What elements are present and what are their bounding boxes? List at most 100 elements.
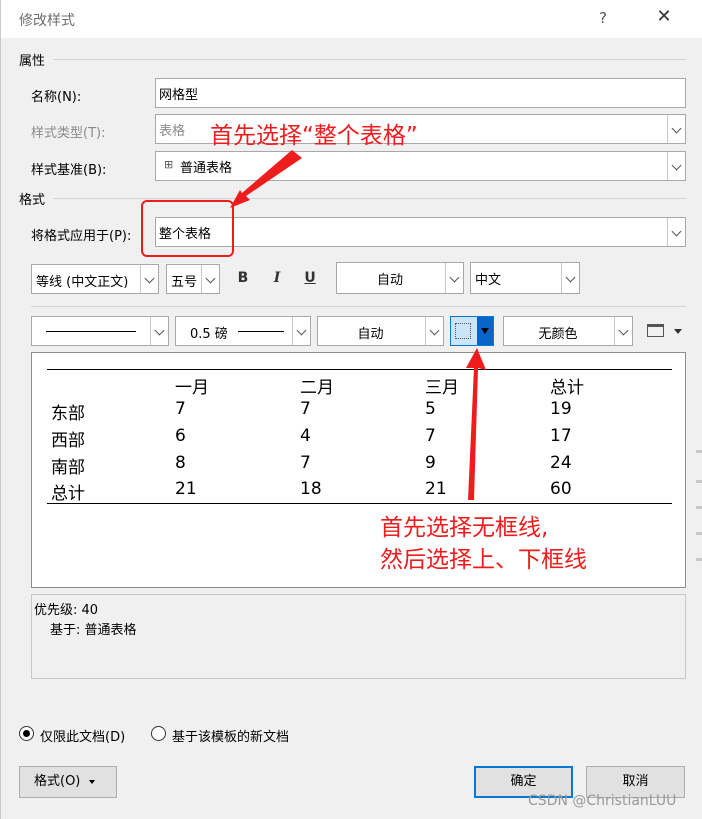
preview-row-label: 南部: [51, 458, 85, 478]
script-select[interactable]: 中文: [470, 262, 580, 294]
apply-to-select[interactable]: 整个表格: [155, 217, 686, 247]
properties-divider: [53, 59, 686, 60]
no-border-icon: [455, 323, 471, 339]
preview-row-label: 西部: [51, 431, 85, 451]
watermark: CSDN @ChristianLUU: [528, 793, 677, 809]
borders-dropdown-icon[interactable]: [477, 317, 493, 345]
preview-cell: 8: [175, 453, 186, 473]
line-weight-preview: [238, 331, 284, 332]
font-name-value: 等线 (中文正文): [36, 275, 129, 290]
format-section-title: 格式: [19, 193, 46, 208]
font-color-select[interactable]: 自动: [336, 262, 464, 294]
preview-cell: 18: [300, 479, 322, 499]
chevron-down-icon: [614, 317, 632, 345]
chevron-down-icon: [667, 115, 685, 143]
chevron-down-icon: [292, 317, 310, 345]
line-style-select[interactable]: [31, 316, 169, 346]
style-type-label: 样式类型(T):: [31, 126, 106, 141]
preview-bottom-border: [47, 503, 672, 504]
chevron-down-icon: [667, 152, 685, 180]
line-weight-select[interactable]: 0.5 磅: [175, 316, 311, 346]
format-menu-button[interactable]: 格式(O): [19, 766, 117, 798]
preview-top-border: [47, 369, 672, 370]
line-weight-value: 0.5 磅: [190, 327, 228, 342]
preview-header-cell: 一月: [175, 378, 209, 398]
style-base-value: 普通表格: [180, 161, 233, 176]
preview-cell: 7: [175, 399, 186, 419]
name-input-value: 网格型: [159, 88, 199, 103]
preview-cell: 6: [175, 426, 186, 446]
cell-alignment-button[interactable]: [645, 320, 689, 344]
line-style-preview: [46, 331, 136, 332]
name-label: 名称(N):: [31, 90, 82, 105]
chevron-down-icon: [140, 265, 158, 293]
toolbar-divider: [31, 306, 686, 307]
annotation-box: [141, 200, 234, 257]
title-bar: 修改样式 ? ✕: [1, 0, 702, 38]
preview-cell: 9: [425, 453, 436, 473]
chevron-down-icon: [561, 263, 579, 293]
preview-cell: 7: [300, 453, 311, 473]
script-value: 中文: [475, 273, 502, 288]
preview-cell: 60: [550, 479, 572, 499]
background-edge: [696, 480, 702, 483]
style-base-label: 样式基准(B):: [31, 163, 107, 178]
close-icon[interactable]: ✕: [653, 6, 675, 28]
chevron-down-icon: [425, 317, 443, 345]
chevron-down-icon: [674, 329, 682, 334]
table-preview: 一月 二月 三月 总计 东部 7 7 5 19 西部 6 4 7 17 南部 8…: [31, 352, 686, 588]
italic-button[interactable]: I: [264, 264, 290, 292]
preview-cell: 7: [300, 399, 311, 419]
borders-button[interactable]: [450, 316, 494, 346]
table-icon: ⊞: [164, 158, 174, 171]
chevron-down-icon: [667, 218, 685, 246]
chevron-down-icon: [150, 317, 168, 345]
only-this-document-label[interactable]: 仅限此文档(D): [40, 726, 125, 745]
based-on-text: 基于: 普通表格: [50, 623, 137, 638]
alignment-icon: [647, 324, 664, 337]
preview-row-label: 总计: [51, 484, 85, 504]
preview-cell: 5: [425, 399, 436, 419]
font-size-value: 五号: [171, 275, 198, 290]
style-description: 优先级: 40 基于: 普通表格: [31, 594, 686, 679]
template-documents-radio[interactable]: [151, 726, 166, 741]
apply-to-label: 将格式应用于(P):: [31, 229, 132, 244]
background-edge: [696, 450, 702, 453]
preview-cell: 24: [550, 453, 572, 473]
chevron-down-icon: [201, 265, 219, 293]
preview-header-cell: 总计: [550, 378, 584, 398]
font-size-select[interactable]: 五号: [166, 264, 220, 294]
preview-cell: 4: [300, 426, 311, 446]
annotation-bottom-line2: 然后选择上、下框线: [380, 547, 587, 573]
annotation-top: 首先选择“整个表格”: [210, 123, 418, 149]
only-this-document-radio[interactable]: [19, 726, 34, 741]
preview-cell: 21: [425, 479, 447, 499]
template-documents-label[interactable]: 基于该模板的新文档: [172, 726, 289, 745]
preview-header-cell: 二月: [300, 378, 334, 398]
priority-text: 优先级: 40: [34, 603, 99, 618]
preview-cell: 7: [425, 426, 436, 446]
name-input[interactable]: 网格型: [155, 78, 686, 108]
shading-select[interactable]: 无颜色: [503, 316, 633, 346]
preview-cell: 19: [550, 399, 572, 419]
background-edge: [696, 506, 702, 509]
style-base-select[interactable]: ⊞ 普通表格: [155, 151, 686, 181]
style-type-value: 表格: [159, 124, 186, 139]
chevron-down-icon: [445, 263, 463, 293]
window-title: 修改样式: [19, 13, 75, 29]
border-color-select[interactable]: 自动: [317, 316, 444, 346]
properties-section-title: 属性: [19, 54, 46, 69]
background-edge: [696, 532, 702, 535]
help-icon[interactable]: ?: [599, 9, 607, 27]
preview-cell: 17: [550, 426, 572, 446]
underline-button[interactable]: U: [297, 264, 323, 292]
format-divider: [53, 198, 686, 199]
font-name-select[interactable]: 等线 (中文正文): [31, 264, 159, 294]
font-color-value: 自动: [376, 273, 403, 288]
format-menu-label: 格式(O): [34, 774, 81, 789]
background-edge: [696, 558, 702, 561]
preview-header-cell: 三月: [425, 378, 459, 398]
bold-button[interactable]: B: [230, 264, 256, 292]
preview-cell: 21: [175, 479, 197, 499]
shading-value: 无颜色: [538, 327, 578, 342]
